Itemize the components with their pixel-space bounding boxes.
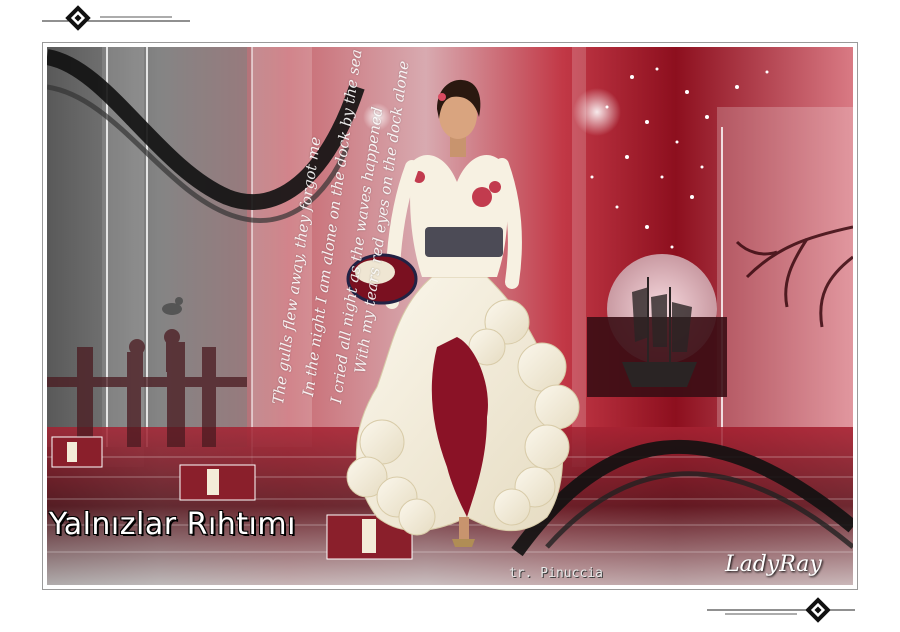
translator-credit: tr. Pinuccia (509, 566, 603, 581)
dress-bodice (410, 154, 508, 277)
shoe (452, 539, 475, 547)
leg (459, 517, 469, 542)
corner-ornament-top-left (42, 5, 190, 31)
light-glow (573, 88, 621, 136)
corner-ornament-bottom-right (707, 597, 855, 623)
artwork-scene (47, 47, 853, 585)
artist-signature: LadyRay (725, 552, 822, 577)
lace-belt (425, 227, 503, 257)
artwork-canvas: The gulls flew away, they forgot me In t… (47, 47, 853, 585)
hair-flower (438, 93, 446, 101)
glass-strip (717, 107, 853, 427)
artwork-title: Yalnızlar Rıhtımı (49, 507, 296, 542)
